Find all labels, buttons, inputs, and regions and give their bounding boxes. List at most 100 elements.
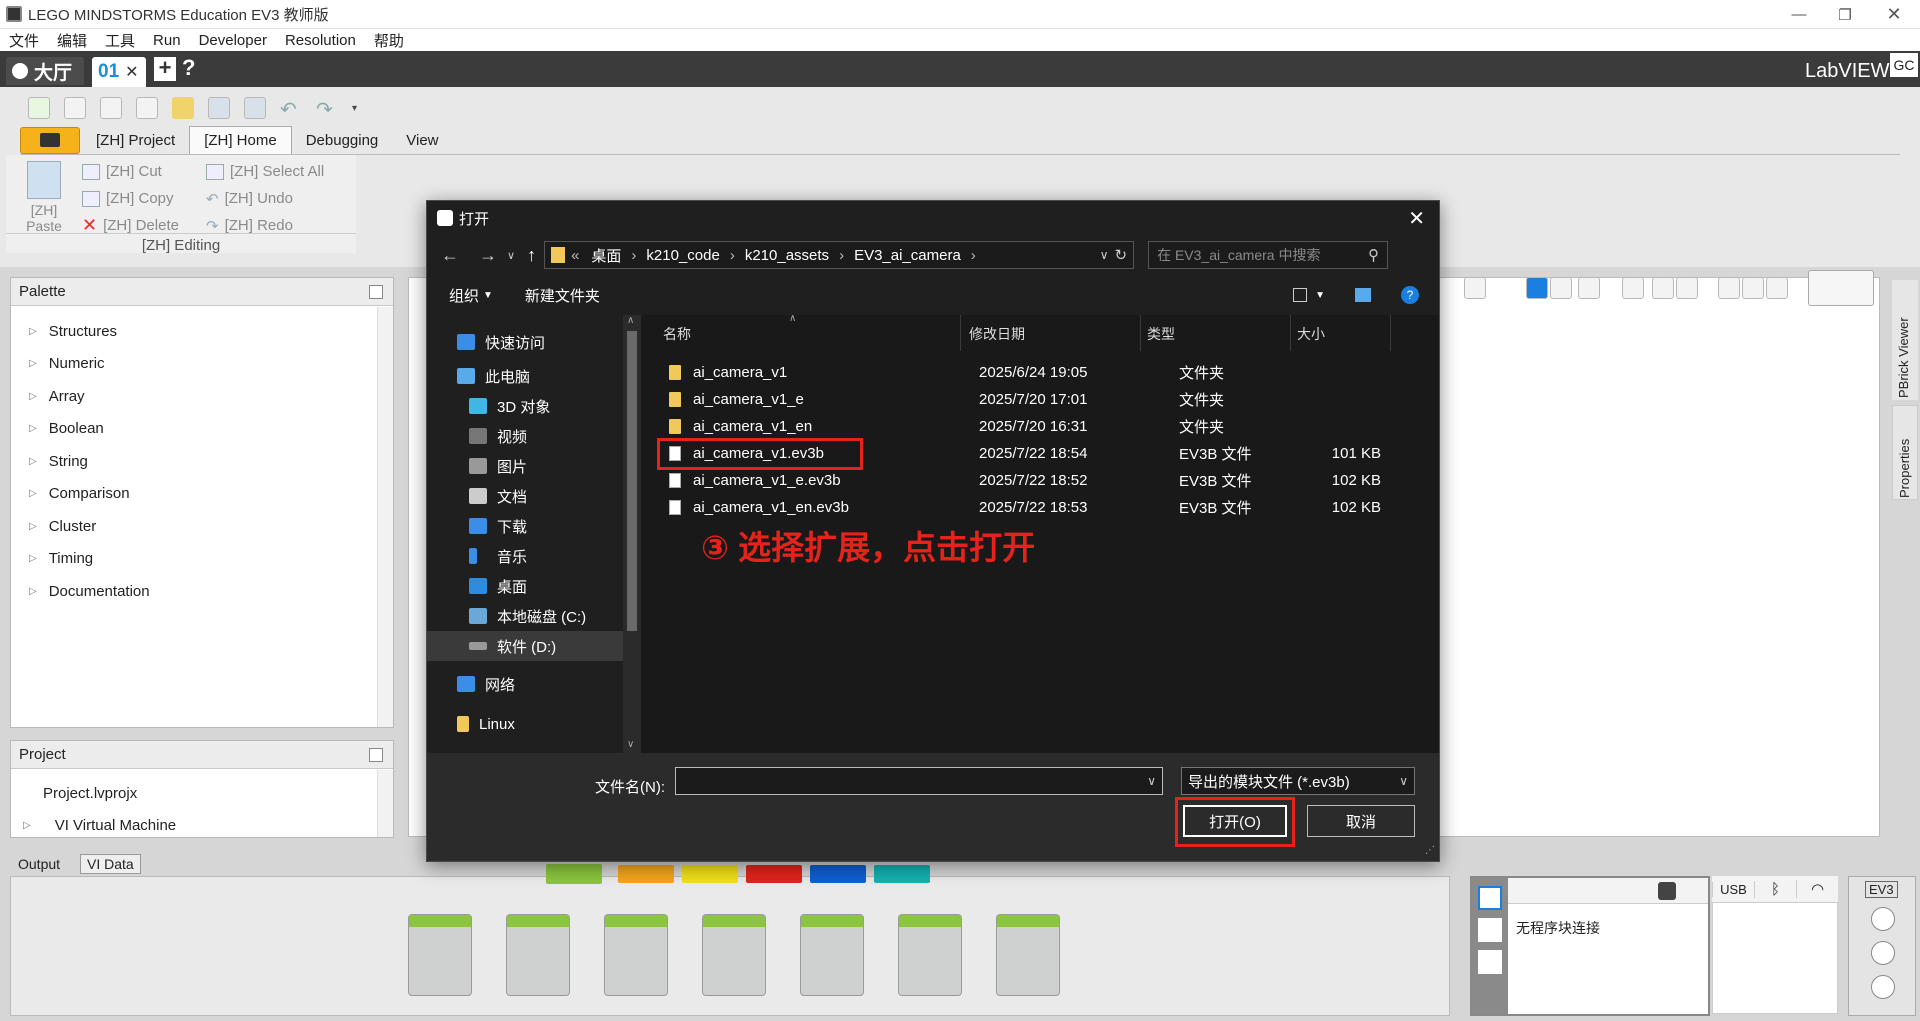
resize-grip-icon[interactable]: ⋰ [1425,845,1435,856]
undo-canvas-icon[interactable] [1652,277,1674,299]
menu-run[interactable]: Run [153,32,181,49]
close-tab-icon[interactable]: ✕ [125,62,138,82]
scroll-up-icon[interactable]: ∧ [627,315,634,326]
help-icon[interactable]: ? [182,55,195,81]
address-dropdown-icon[interactable]: ∨ [1100,248,1109,262]
save-canvas-icon[interactable] [1622,277,1644,299]
tab-program-01[interactable]: 01 ✕ [92,57,146,87]
save-all-icon[interactable] [244,97,266,119]
download-brick-icon[interactable] [1871,907,1895,931]
dialog-help-icon[interactable]: ? [1401,286,1419,304]
add-tab-icon[interactable]: + [154,57,176,81]
tab-debugging[interactable]: Debugging [292,127,393,154]
nav-pictures[interactable]: 图片 [427,451,627,481]
redo-icon[interactable]: ↷ [316,97,338,121]
preview-pane-icon[interactable] [1355,288,1371,302]
restore-icon[interactable]: ❐ [1822,6,1868,24]
palette-tab-sensor[interactable] [682,865,738,883]
tab-project[interactable]: [ZH] Project [82,127,189,154]
forward-icon[interactable]: → [479,245,497,266]
palette-item-boolean[interactable]: ▷ Boolean [11,413,393,446]
wand-icon[interactable] [172,97,194,119]
breadcrumb-k210-code[interactable]: k210_code [646,247,719,264]
paste-button[interactable]: [ZH] Paste [24,161,64,234]
file-row[interactable]: ai_camera_v1_en 2025/7/20 16:31 文件夹 [641,413,1439,440]
content-editor-icon[interactable] [1808,270,1874,306]
usb-label[interactable]: USB [1712,881,1754,897]
organize-dropdown-icon[interactable]: ▼ [483,290,493,301]
file-row[interactable]: ai_camera_v1_en.ev3b 2025/7/22 18:53 EV3B … [641,494,1439,521]
block-medium-motor[interactable] [408,914,472,996]
side-tab-properties[interactable]: Properties [1892,405,1918,500]
cancel-button[interactable]: 取消 [1307,805,1415,837]
filename-input[interactable]: ∨ [675,767,1163,795]
column-date[interactable]: 修改日期 [961,315,1141,351]
new-folder-button[interactable]: 新建文件夹 [525,285,600,306]
app-menu-button[interactable] [20,126,80,154]
nav-quick-access[interactable]: 快速访问 [427,327,627,357]
wifi-icon[interactable]: ◠ [1796,880,1838,898]
nav-videos[interactable]: 视频 [427,421,627,451]
save-icon[interactable] [208,97,230,119]
view-options-icon[interactable] [1293,288,1308,302]
run-selected-brick-icon[interactable] [1871,975,1895,999]
palette-tab-advanced[interactable] [810,865,866,883]
zoom-out-icon[interactable] [1718,277,1740,299]
breadcrumb-desktop[interactable]: 桌面 [591,245,621,266]
block-sound[interactable] [898,914,962,996]
tab-vi-data[interactable]: VI Data [80,854,141,874]
nav-network[interactable]: 网络 [427,669,627,699]
palette-item-cluster[interactable]: ▷ Cluster [11,510,393,543]
brick-info-icon[interactable] [1478,886,1502,910]
block-brick-light[interactable] [996,914,1060,996]
zoom-in-icon[interactable] [1742,277,1764,299]
palette-tab-myblocks[interactable] [874,865,930,883]
project-file[interactable]: Project.lvprojx [43,785,137,802]
refresh-icon[interactable]: ↻ [1114,246,1127,264]
comment-icon[interactable] [1464,277,1486,299]
recent-locations-icon[interactable]: ∨ [507,249,515,262]
back-icon[interactable]: ← [441,245,459,266]
undo-icon[interactable]: ↶ [280,97,302,121]
nav-linux[interactable]: Linux [427,709,627,739]
nav-music[interactable]: 音乐 [427,541,627,571]
palette-item-structures[interactable]: ▷ Structures [11,315,393,348]
file-row-selected[interactable]: ai_camera_v1.ev3b 2025/7/22 18:54 EV3B 文件 1… [641,438,1439,470]
column-name[interactable]: 名称 [641,315,961,351]
undo-button[interactable]: ↶ [ZH] Undo [206,185,324,212]
tab-home[interactable]: [ZH] Home [189,126,292,154]
nav-desktop[interactable]: 桌面 [427,571,627,601]
breadcrumb-k210-assets[interactable]: k210_assets [745,247,829,264]
download-run-icon[interactable] [136,97,158,119]
block-move-tank[interactable] [702,914,766,996]
dialog-close-icon[interactable]: ✕ [1408,206,1425,231]
customize-toolbar-icon[interactable]: ▾ [352,103,357,114]
pin-icon[interactable] [369,284,383,299]
port-view-icon[interactable] [1478,918,1502,942]
file-row[interactable]: ai_camera_v1 2025/6/24 19:05 文件夹 [641,359,1439,386]
available-bricks-icon[interactable] [1478,950,1502,974]
palette-item-array[interactable]: ▷ Array [11,380,393,413]
select-tool-icon[interactable] [1526,277,1548,299]
palette-scrollbar[interactable] [377,307,393,727]
palette-item-numeric[interactable]: ▷ Numeric [11,348,393,381]
scroll-down-icon[interactable]: ∨ [627,739,634,750]
copy-button[interactable]: [ZH] Copy [82,185,179,212]
palette-tab-flow[interactable] [618,865,674,883]
menu-resolution[interactable]: Resolution [285,32,356,49]
up-icon[interactable]: ↑ [527,245,536,266]
file-row[interactable]: ai_camera_v1_e 2025/7/20 17:01 文件夹 [641,386,1439,413]
search-box[interactable]: 在 EV3_ai_camera 中搜索 ⚲ [1148,241,1389,269]
palette-item-timing[interactable]: ▷ Timing [11,543,393,576]
select-all-button[interactable]: [ZH] Select All [206,158,324,185]
side-tab-brick-viewer[interactable]: PBrick Viewer [1892,280,1918,400]
menu-tools[interactable]: 工具 [105,30,135,51]
breadcrumb-ev3-ai-camera[interactable]: EV3_ai_camera [854,247,961,264]
minimize-icon[interactable]: — [1776,6,1822,23]
organize-button[interactable]: 组织 [449,285,479,306]
filename-dropdown-icon[interactable]: ∨ [1147,774,1156,788]
tab-view[interactable]: View [392,127,452,154]
cut-button[interactable]: [ZH] Cut [82,158,179,185]
redo-canvas-icon[interactable] [1676,277,1698,299]
download-icon[interactable] [100,97,122,119]
